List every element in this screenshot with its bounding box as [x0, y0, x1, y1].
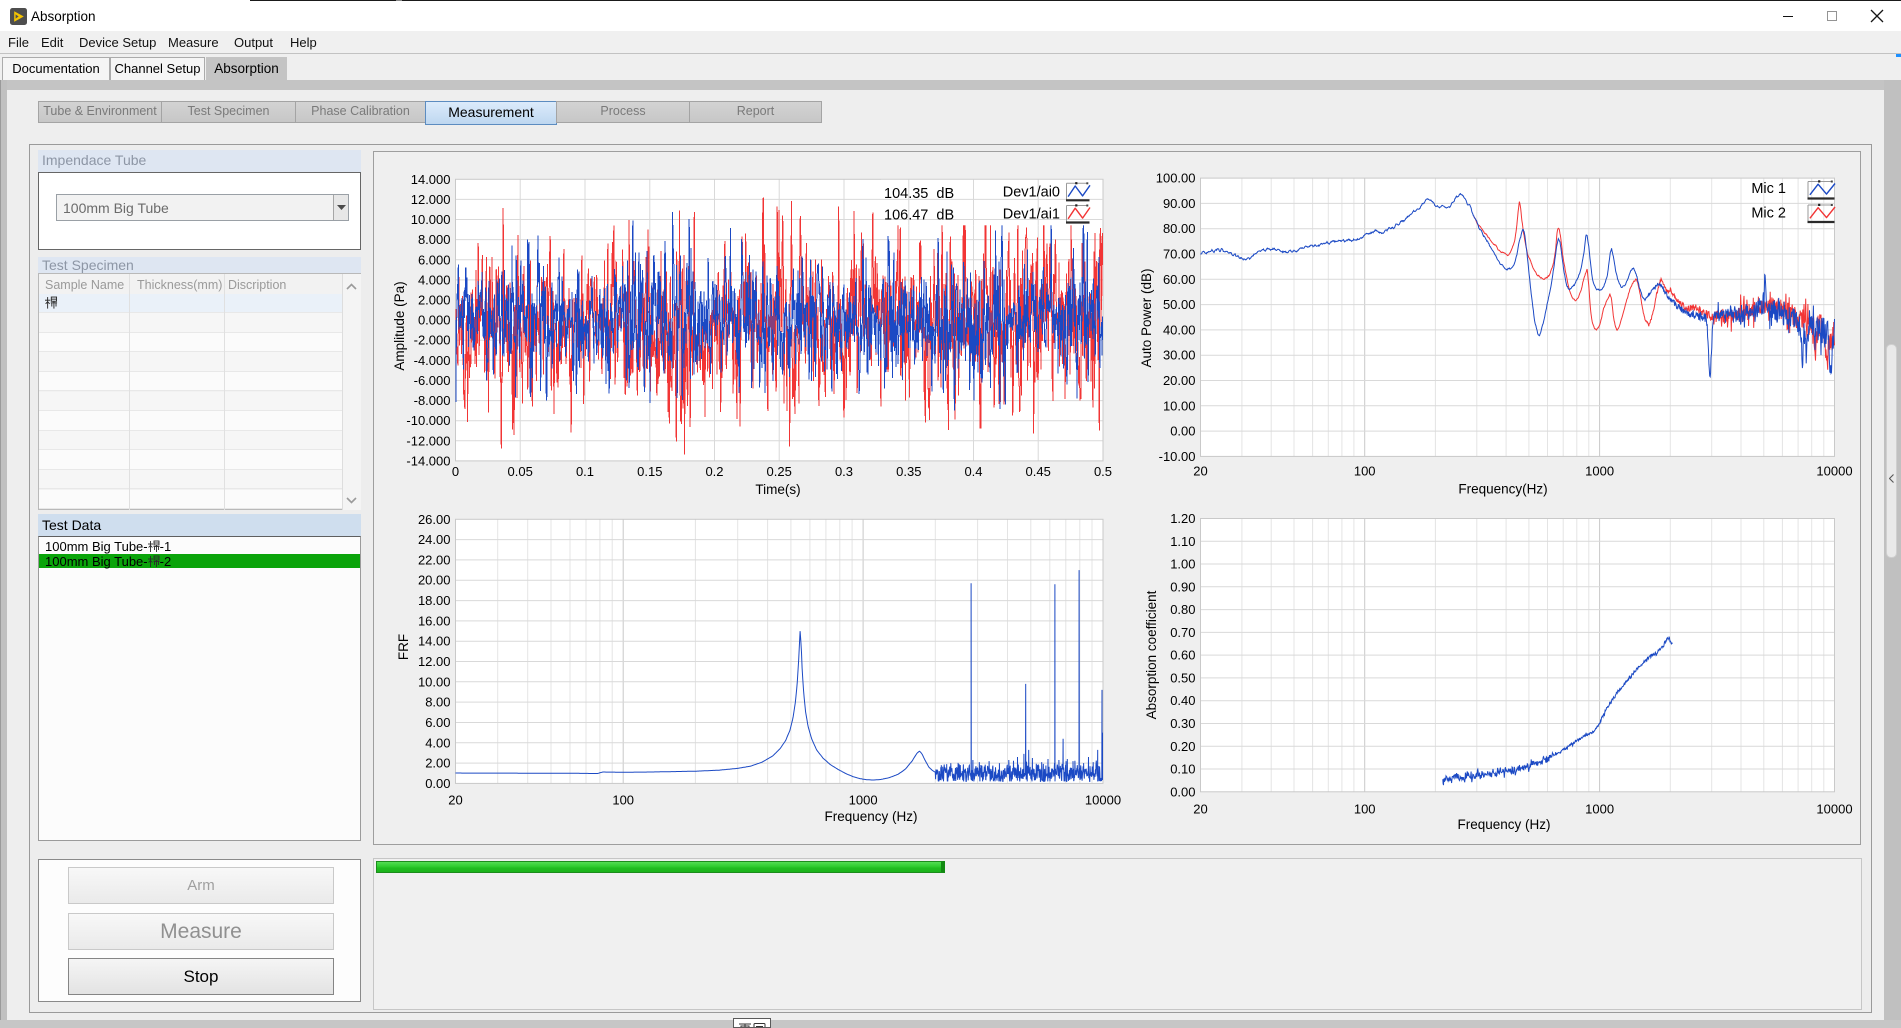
svg-text:-6.000: -6.000: [414, 373, 451, 388]
svg-text:0.1: 0.1: [576, 464, 594, 479]
svg-text:Mic 2: Mic 2: [1751, 206, 1786, 222]
svg-text:8.000: 8.000: [418, 232, 451, 247]
svg-text:100: 100: [1354, 802, 1376, 817]
svg-text:0.3: 0.3: [835, 464, 853, 479]
svg-text:20.00: 20.00: [1163, 373, 1196, 388]
svg-text:0.05: 0.05: [508, 464, 533, 479]
svg-text:14.00: 14.00: [418, 634, 451, 649]
svg-text:Frequency (Hz): Frequency (Hz): [1457, 817, 1550, 832]
svg-text:0.4: 0.4: [964, 464, 982, 479]
svg-text:-10.000: -10.000: [406, 413, 450, 428]
svg-text:Time(s): Time(s): [755, 482, 800, 497]
svg-text:10000: 10000: [1085, 793, 1121, 808]
svg-text:-14.000: -14.000: [406, 453, 450, 468]
svg-text:22.00: 22.00: [418, 552, 451, 567]
svg-text:Amplitude (Pa): Amplitude (Pa): [392, 281, 407, 370]
svg-text:14.000: 14.000: [411, 172, 451, 187]
svg-text:2.000: 2.000: [418, 293, 451, 308]
svg-text:Absorption coefficient: Absorption coefficient: [1144, 590, 1159, 719]
svg-text:1000: 1000: [849, 793, 878, 808]
svg-text:10.00: 10.00: [1163, 398, 1196, 413]
svg-text:-12.000: -12.000: [406, 433, 450, 448]
svg-text:106.47 dB: 106.47 dB: [884, 208, 954, 224]
svg-text:90.00: 90.00: [1163, 196, 1196, 211]
svg-text:Frequency(Hz): Frequency(Hz): [1458, 482, 1547, 497]
svg-text:0.90: 0.90: [1170, 579, 1195, 594]
svg-text:50.00: 50.00: [1163, 297, 1196, 312]
svg-text:0.30: 0.30: [1170, 716, 1195, 731]
svg-text:70.00: 70.00: [1163, 247, 1196, 262]
svg-text:1.00: 1.00: [1170, 557, 1195, 572]
svg-text:-2.000: -2.000: [414, 333, 451, 348]
svg-text:4.00: 4.00: [425, 735, 450, 750]
svg-text:104.35 dB: 104.35 dB: [884, 186, 954, 202]
svg-text:0.00: 0.00: [1170, 424, 1195, 439]
svg-text:10000: 10000: [1816, 464, 1852, 479]
svg-text:60.00: 60.00: [1163, 272, 1196, 287]
svg-text:0.20: 0.20: [1170, 739, 1195, 754]
svg-text:1.10: 1.10: [1170, 534, 1195, 549]
svg-text:1000: 1000: [1585, 802, 1614, 817]
svg-text:16.00: 16.00: [418, 613, 451, 628]
svg-text:10.00: 10.00: [418, 674, 451, 689]
svg-text:20: 20: [448, 793, 462, 808]
svg-text:100: 100: [1354, 464, 1376, 479]
svg-text:30.00: 30.00: [1163, 348, 1196, 363]
svg-text:100.00: 100.00: [1156, 171, 1196, 186]
svg-text:0.00: 0.00: [1170, 784, 1195, 799]
svg-text:-4.000: -4.000: [414, 353, 451, 368]
svg-text:100: 100: [612, 793, 634, 808]
svg-text:Dev1/ai1: Dev1/ai1: [1003, 207, 1060, 223]
svg-text:80.00: 80.00: [1163, 221, 1196, 236]
svg-text:1.20: 1.20: [1170, 511, 1195, 526]
svg-text:Mic 1: Mic 1: [1751, 181, 1786, 197]
svg-text:0.10: 0.10: [1170, 762, 1195, 777]
svg-text:4.000: 4.000: [418, 272, 451, 287]
svg-text:10000: 10000: [1816, 802, 1852, 817]
svg-text:0.25: 0.25: [767, 464, 792, 479]
svg-text:Auto Power (dB): Auto Power (dB): [1139, 268, 1154, 367]
svg-text:20: 20: [1193, 464, 1207, 479]
svg-text:1000: 1000: [1585, 464, 1614, 479]
svg-text:0.000: 0.000: [418, 313, 451, 328]
svg-text:18.00: 18.00: [418, 593, 451, 608]
svg-text:10.000: 10.000: [411, 212, 451, 227]
svg-text:FRF: FRF: [396, 634, 411, 660]
svg-text:0.2: 0.2: [705, 464, 723, 479]
svg-text:0.35: 0.35: [896, 464, 921, 479]
svg-text:6.000: 6.000: [418, 252, 451, 267]
svg-text:40.00: 40.00: [1163, 322, 1196, 337]
svg-text:0.45: 0.45: [1026, 464, 1051, 479]
svg-text:0: 0: [452, 464, 459, 479]
svg-text:Frequency (Hz): Frequency (Hz): [824, 809, 917, 824]
svg-text:-8.000: -8.000: [414, 393, 451, 408]
svg-text:0.40: 0.40: [1170, 693, 1195, 708]
svg-text:0.5: 0.5: [1094, 464, 1112, 479]
svg-text:0.00: 0.00: [425, 776, 450, 791]
svg-text:24.00: 24.00: [418, 532, 451, 547]
svg-text:6.00: 6.00: [425, 715, 450, 730]
svg-text:12.00: 12.00: [418, 654, 451, 669]
svg-text:20.00: 20.00: [418, 573, 451, 588]
svg-text:-10.00: -10.00: [1159, 449, 1196, 464]
svg-text:20: 20: [1193, 802, 1207, 817]
svg-text:Dev1/ai0: Dev1/ai0: [1003, 185, 1060, 201]
svg-text:0.60: 0.60: [1170, 648, 1195, 663]
svg-text:26.00: 26.00: [418, 512, 451, 527]
svg-text:12.000: 12.000: [411, 192, 451, 207]
svg-text:0.80: 0.80: [1170, 602, 1195, 617]
svg-text:0.15: 0.15: [637, 464, 662, 479]
svg-text:0.50: 0.50: [1170, 670, 1195, 685]
svg-text:8.00: 8.00: [425, 695, 450, 710]
svg-text:0.70: 0.70: [1170, 625, 1195, 640]
svg-text:2.00: 2.00: [425, 756, 450, 771]
